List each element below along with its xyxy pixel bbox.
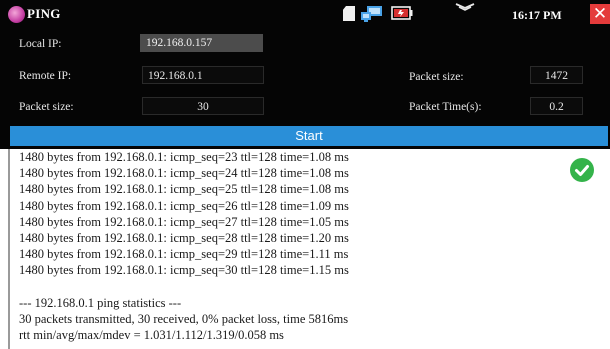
output-line [19, 279, 349, 295]
sd-card-icon [343, 6, 355, 21]
output-line: 1480 bytes from 192.168.0.1: icmp_seq=25… [19, 182, 349, 197]
signal-icon [455, 3, 475, 11]
close-icon: ✕ [592, 4, 608, 24]
start-button[interactable]: Start [10, 126, 608, 146]
packet-time-input[interactable]: 0.2 [530, 97, 583, 115]
local-ip-label: Local IP: [19, 38, 62, 50]
local-ip-field: 192.168.0.157 [140, 34, 263, 52]
remote-ip-input[interactable]: 192.168.0.1 [142, 66, 264, 84]
output-lines: 1480 bytes from 192.168.0.1: icmp_seq=23… [19, 149, 349, 343]
title-bar: PING 16:17 PM ✕ [0, 0, 610, 28]
output-line: 30 packets transmitted, 30 received, 0% … [19, 311, 349, 326]
check-circle-icon [570, 158, 594, 182]
output-line: 1480 bytes from 192.168.0.1: icmp_seq=26… [19, 198, 349, 213]
packet-count-label: Packet size: [19, 101, 74, 113]
remote-ip-label: Remote IP: [19, 70, 72, 82]
output-line: 1480 bytes from 192.168.0.1: icmp_seq=30… [19, 263, 349, 278]
clock: 16:17 PM [512, 8, 562, 22]
app-title: PING [27, 6, 61, 21]
output-line: 1480 bytes from 192.168.0.1: icmp_seq=23… [19, 150, 349, 164]
output-line: 1480 bytes from 192.168.0.1: icmp_seq=28… [19, 230, 349, 245]
settings-panel [0, 28, 610, 126]
output-line: --- 192.168.0.1 ping statistics --- [19, 295, 182, 310]
close-button[interactable]: ✕ [590, 4, 610, 24]
network-icon [361, 6, 382, 22]
ping-output[interactable]: 1480 bytes from 192.168.0.1: icmp_seq=23… [8, 149, 610, 349]
packet-time-label: Packet Time(s): [409, 101, 482, 113]
battery-icon [391, 6, 413, 20]
output-line: 1480 bytes from 192.168.0.1: icmp_seq=29… [19, 247, 349, 262]
packet-count-input[interactable]: 30 [142, 97, 264, 115]
output-line: 1480 bytes from 192.168.0.1: icmp_seq=24… [19, 166, 349, 181]
start-bar: Start [0, 126, 610, 149]
packet-size-label: Packet size: [409, 71, 464, 83]
output-line: rtt min/avg/max/mdev = 1.031/1.112/1.319… [19, 328, 284, 343]
output-line: 1480 bytes from 192.168.0.1: icmp_seq=27… [19, 214, 349, 229]
app-logo [8, 6, 25, 23]
packet-size-input[interactable]: 1472 [530, 66, 583, 84]
